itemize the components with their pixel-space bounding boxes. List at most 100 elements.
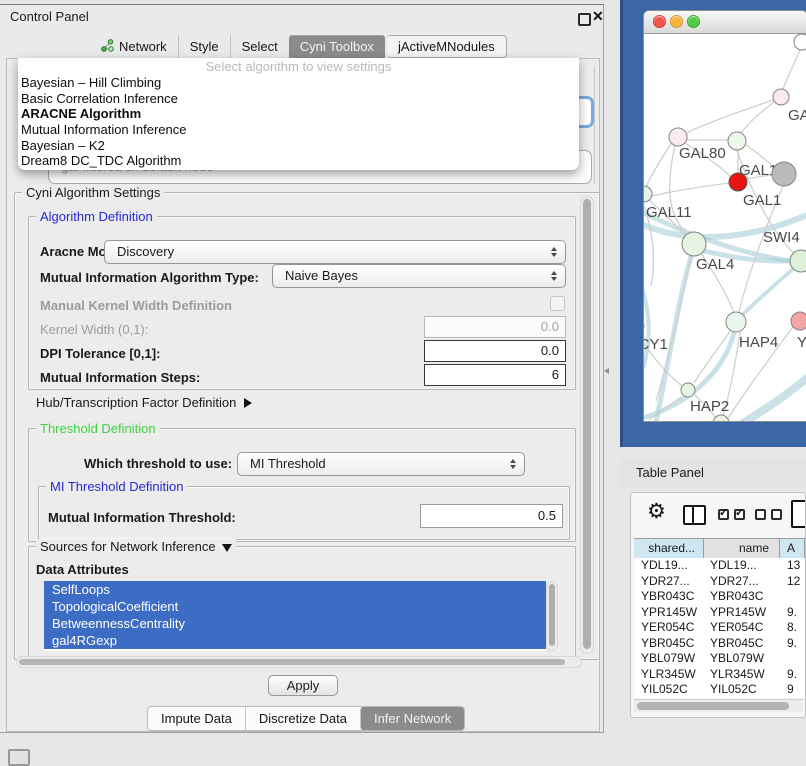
mi-steps-field[interactable]: 6 (424, 364, 566, 386)
network-node-y[interactable] (791, 312, 806, 330)
group-title: Cyni Algorithm Settings (22, 185, 164, 201)
table-cell: YLR345W (634, 667, 704, 683)
network-node-hap4[interactable] (726, 312, 746, 332)
deselect-all-checkboxes-icon[interactable] (755, 509, 782, 520)
table-row[interactable]: YBR045CYBR045C9. (634, 636, 805, 652)
tab-impute-data[interactable]: Impute Data (148, 707, 245, 730)
tab-jactivemnodules[interactable]: jActiveMNodules (387, 35, 507, 58)
gear-icon[interactable]: ⚙ (647, 499, 666, 524)
columns-icon[interactable] (683, 505, 706, 525)
table-row[interactable]: YDL19...YDL19...13 (634, 558, 805, 574)
kernel-width-field[interactable]: 0.0 (424, 316, 566, 338)
column-header-third[interactable]: A (780, 539, 805, 559)
column-header-shared[interactable]: shared... (634, 539, 704, 559)
algorithm-option[interactable]: Dream8 DC_TDC Algorithm (18, 153, 579, 169)
settings-horizontal-scrollbar[interactable] (16, 656, 582, 668)
attributes-scrollbar[interactable] (546, 581, 558, 651)
algorithm-option[interactable]: ARACNE Algorithm (18, 106, 579, 122)
network-canvas[interactable]: GALGAL80GAL10GAL1GAL11GAL4SWI4GCY1HAP4YH… (644, 33, 806, 422)
node-label: GAL80 (679, 145, 726, 162)
manual-kernel-checkbox[interactable] (550, 296, 565, 311)
network-node[interactable] (713, 415, 729, 422)
algorithm-dropdown-items: Bayesian – Hill ClimbingBasic Correlatio… (18, 75, 579, 169)
kernel-width-label: Kernel Width (0,1): (40, 322, 148, 337)
table-row[interactable]: YBL079WYBL079W (634, 651, 805, 667)
mi-steps-label: Mutual Information Steps: (40, 370, 200, 385)
manual-kernel-label: Manual Kernel Width Definition (40, 298, 232, 313)
network-node-gal1[interactable] (729, 173, 747, 191)
algorithm-dropdown: Select algorithm to view settings Bayesi… (18, 58, 579, 170)
attribute-item[interactable]: TopologicalCoefficient (44, 598, 546, 615)
table-cell: YBL079W (704, 651, 780, 667)
tab-network[interactable]: Network (90, 35, 178, 58)
network-node-gal11[interactable] (644, 186, 652, 202)
aracne-mode-combo[interactable]: Discovery (104, 240, 566, 264)
algorithm-option[interactable]: Mutual Information Inference (18, 122, 579, 138)
table-cell: 9. (780, 605, 805, 621)
minimized-panel-icon[interactable] (8, 749, 30, 766)
sources-group-toggle[interactable]: Sources for Network Inference (36, 539, 236, 555)
window-zoom-icon[interactable] (687, 15, 700, 28)
tab-style[interactable]: Style (178, 35, 230, 58)
hub-section-toggle[interactable]: Hub/Transcription Factor Definition (36, 395, 252, 410)
algorithm-option[interactable]: Basic Correlation Inference (18, 91, 579, 107)
network-window-titlebar[interactable] (644, 11, 806, 34)
table-row[interactable]: YPR145WYPR145W9. (634, 605, 805, 621)
float-window-icon[interactable] (578, 13, 591, 26)
tab-infer-network[interactable]: Infer Network (360, 707, 464, 730)
network-node-hap2[interactable] (681, 383, 695, 397)
apply-button[interactable]: Apply (268, 675, 338, 696)
tab-select[interactable]: Select (230, 35, 289, 58)
table-cell: YPR145W (704, 605, 780, 621)
which-threshold-combo[interactable]: MI Threshold (237, 452, 525, 476)
column-header-name[interactable]: name (704, 539, 780, 559)
network-node-gal80[interactable] (669, 128, 687, 146)
table-cell: YDL19... (634, 558, 704, 574)
table-row[interactable]: YLR345WYLR345W9. (634, 667, 805, 683)
node-label: SWI4 (763, 229, 800, 246)
network-window[interactable]: GALGAL80GAL10GAL1GAL11GAL4SWI4GCY1HAP4YH… (643, 10, 806, 422)
which-threshold-label: Which threshold to use: (84, 456, 232, 471)
table-cell: 8. (780, 620, 805, 636)
group-title: Threshold Definition (36, 421, 160, 437)
table-row[interactable]: YBR043CYBR043C (634, 589, 805, 605)
table-panel-title: Table Panel (620, 458, 806, 488)
table-rows[interactable]: YDL19...YDL19...13YDR27...YDR27...12YBR0… (634, 558, 805, 698)
table-horizontal-scrollbar[interactable] (634, 699, 803, 712)
network-node[interactable] (772, 162, 796, 186)
table-cell: YDL19... (704, 558, 780, 574)
network-node-gal10[interactable] (728, 132, 746, 150)
dpi-tolerance-field[interactable]: 0.0 (424, 340, 566, 362)
table-cell: YIL052C (634, 682, 704, 698)
tab-cyni-toolbox[interactable]: Cyni Toolbox (289, 35, 385, 58)
data-attributes-list[interactable]: SelfLoopsTopologicalCoefficientBetweenne… (44, 581, 546, 651)
node-label: Y (797, 334, 806, 351)
attribute-item[interactable]: SelfLoops (44, 581, 546, 598)
select-all-checkboxes-icon[interactable] (718, 509, 745, 520)
network-node-gal[interactable] (773, 89, 789, 105)
table-panel: ⚙ shared... name A YDL19...YDL19...13YDR… (630, 492, 806, 718)
window-close-icon[interactable] (653, 15, 666, 28)
mi-algorithm-type-combo[interactable]: Naive Bayes (272, 264, 566, 288)
table-cell: YBR045C (634, 636, 704, 652)
mi-threshold-field[interactable]: 0.5 (420, 504, 563, 528)
network-node-gal4[interactable] (682, 232, 706, 256)
tab-discretize-data[interactable]: Discretize Data (245, 707, 360, 730)
table-row[interactable]: YER054CYER054C8. (634, 620, 805, 636)
table-row[interactable]: YIL052CYIL052C9 (634, 682, 805, 698)
table-cell: YBL079W (634, 651, 704, 667)
node-label: HAP4 (739, 334, 778, 351)
divider-arrow-icon[interactable] (604, 368, 609, 374)
table-cell: YBR043C (634, 589, 704, 605)
attribute-item[interactable]: BetweennessCentrality (44, 615, 546, 632)
document-icon[interactable] (791, 500, 806, 528)
attribute-item[interactable]: gal4RGexp (44, 632, 546, 649)
network-node[interactable] (794, 34, 806, 50)
algorithm-option[interactable]: Bayesian – Hill Climbing (18, 75, 579, 91)
algorithm-option[interactable]: Bayesian – K2 (18, 138, 579, 154)
window-minimize-icon[interactable] (670, 15, 683, 28)
settings-vertical-scrollbar[interactable] (580, 196, 594, 654)
group-title: Algorithm Definition (36, 209, 157, 225)
table-row[interactable]: YDR27...YDR27...12 (634, 574, 805, 590)
spinner-icon (510, 459, 516, 469)
